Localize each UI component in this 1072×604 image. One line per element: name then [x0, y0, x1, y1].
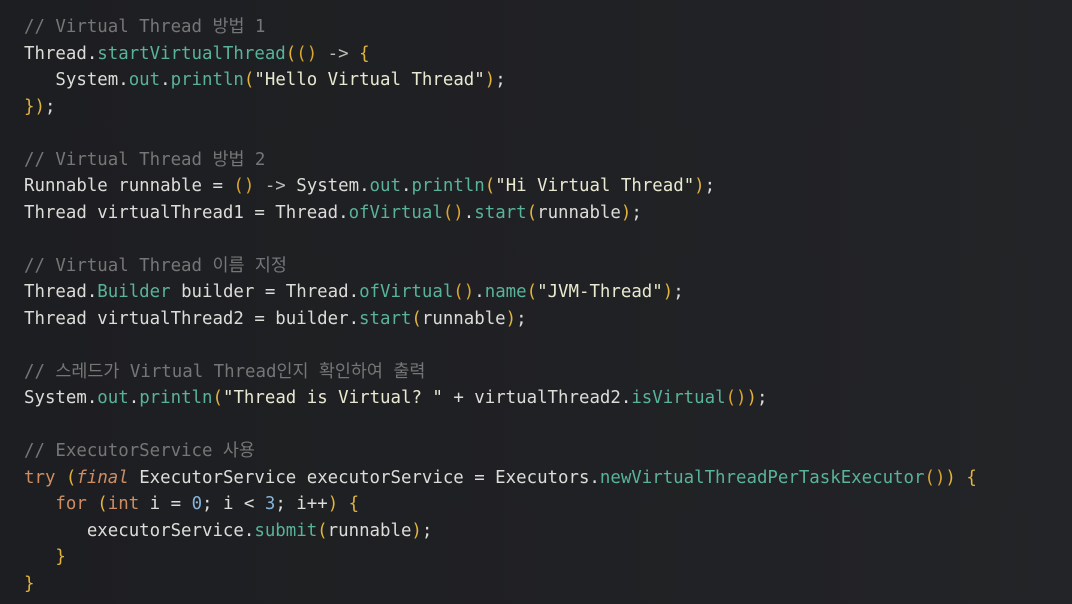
code-line-1: // Virtual Thread 방법 1: [24, 14, 977, 41]
code-line-22: }: [24, 573, 35, 594]
comment-check-virtual: // 스레드가 Virtual Thread인지 확인하여 출력: [24, 361, 426, 382]
string-hi: "Hi Virtual Thread": [495, 176, 695, 196]
code-line-17: // ExecutorService 사용: [24, 438, 977, 465]
string-jvm-thread: "JVM-Thread": [537, 282, 663, 302]
code-line-18: try (final ExecutorService executorServi…: [24, 467, 977, 488]
code-line-12: Thread virtualThread2 = builder.start(ru…: [24, 308, 527, 329]
string-hello: "Hello Virtual Thread": [254, 70, 485, 90]
code-line-14: // 스레드가 Virtual Thread인지 확인하여 출력: [24, 359, 977, 386]
comment-executor: // ExecutorService 사용: [24, 441, 255, 461]
code-line-8: Thread virtualThread1 = Thread.ofVirtual…: [24, 202, 642, 223]
number-zero: 0: [191, 494, 203, 514]
code-line-11: Thread.Builder builder = Thread.ofVirtua…: [24, 282, 684, 302]
comment-naming: // Virtual Thread 이름 지정: [24, 255, 287, 276]
code-line-7: Runnable runnable = () -> System.out.pri…: [24, 176, 716, 196]
comment-method-2: // Virtual Thread 방법 2: [24, 149, 266, 170]
code-line-2: Thread.startVirtualThread(() -> {: [24, 43, 370, 64]
code-line-20: executorService.submit(runnable);: [24, 520, 433, 541]
code-line-6: // Virtual Thread 방법 2: [24, 147, 977, 174]
comment-method-1: // Virtual Thread 방법 1: [24, 17, 266, 37]
code-block: // Virtual Thread 방법 1 Thread.startVirtua…: [24, 14, 977, 597]
number-three: 3: [264, 494, 276, 514]
code-editor: // Virtual Thread 방법 1 Thread.startVirtua…: [0, 0, 1072, 604]
code-line-21: }: [24, 547, 66, 567]
code-line-3: System.out.println("Hello Virtual Thread…: [24, 70, 506, 90]
code-line-4: });: [24, 96, 56, 117]
code-line-15: System.out.println("Thread is Virtual? "…: [24, 388, 768, 408]
code-line-10: // Virtual Thread 이름 지정: [24, 253, 977, 280]
string-is-virtual: "Thread is Virtual? ": [222, 388, 443, 408]
code-line-19: for (int i = 0; i < 3; i++) {: [24, 494, 360, 514]
